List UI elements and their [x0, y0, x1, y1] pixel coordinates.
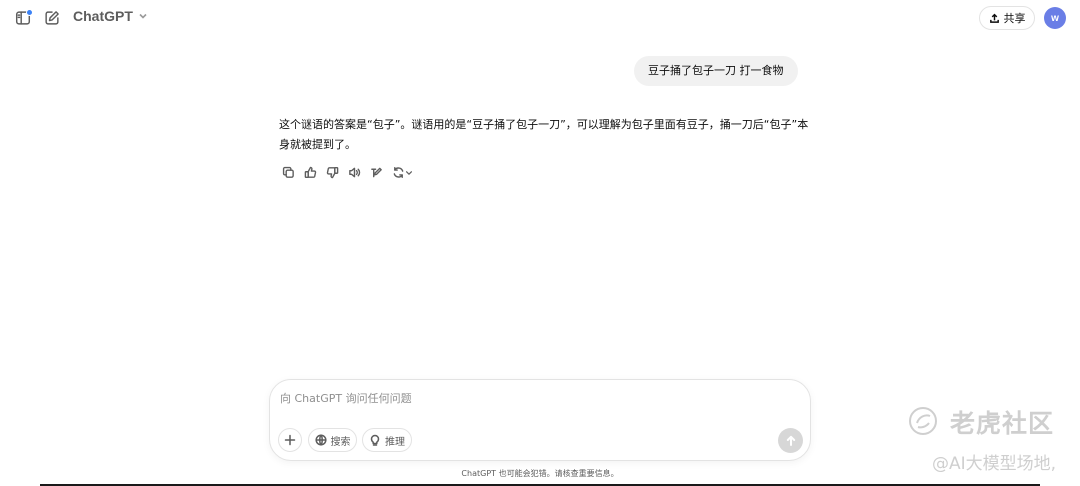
read-aloud-icon — [349, 167, 361, 178]
assistant-message: 这个谜语的答案是“包子”。谜语用的是“豆子捅了包子一刀”，可以理解为包子里面有豆… — [279, 118, 809, 151]
new-chat-button[interactable] — [41, 7, 63, 29]
sidebar-toggle-button[interactable] — [12, 7, 34, 29]
prompt-input[interactable] — [280, 388, 780, 408]
notification-dot — [26, 9, 33, 16]
reason-label: 推理 — [385, 436, 405, 448]
thumbs-up-button[interactable] — [302, 164, 319, 181]
thumbs-down-icon — [326, 166, 339, 179]
new-chat-icon — [45, 11, 59, 25]
reason-button[interactable]: 推理 — [362, 428, 412, 452]
search-button[interactable]: 搜索 — [308, 428, 357, 452]
chevron-down-icon — [405, 170, 412, 175]
copy-icon — [282, 166, 294, 178]
lightbulb-icon — [370, 434, 380, 446]
message-actions — [280, 164, 414, 181]
send-button[interactable] — [778, 428, 803, 453]
edit-canvas-button[interactable] — [368, 164, 385, 181]
arrow-up-icon — [786, 435, 795, 446]
read-aloud-button[interactable] — [346, 164, 363, 181]
search-label: 搜索 — [330, 436, 351, 448]
thumbs-up-icon — [304, 166, 317, 179]
watermark-brand: 老虎社区 — [950, 409, 1055, 438]
watermark-logo — [907, 405, 939, 437]
composer: 搜索 推理 — [269, 379, 811, 461]
model-name: ChatGPT — [73, 8, 133, 24]
user-message: 豆子捅了包子一刀 打一食物 — [634, 56, 798, 86]
thumbs-down-button[interactable] — [324, 164, 341, 181]
watermark-sub: @AI大模型场地, — [932, 454, 1057, 474]
edit-canvas-icon — [371, 167, 382, 178]
avatar[interactable]: w — [1044, 7, 1066, 29]
copy-button[interactable] — [280, 164, 297, 181]
watermark-logo-icon — [909, 407, 937, 435]
top-bar: ChatGPT 共享 w — [0, 0, 1080, 36]
attach-button[interactable] — [278, 428, 302, 452]
disclaimer: ChatGPT 也可能会犯错。请核查重要信息。 — [461, 469, 619, 478]
upload-icon — [989, 13, 999, 23]
share-button[interactable]: 共享 — [979, 6, 1035, 30]
regenerate-icon — [393, 166, 403, 179]
chevron-down-icon — [139, 13, 147, 19]
share-label: 共享 — [1003, 12, 1026, 25]
globe-icon — [314, 434, 327, 446]
regenerate-button[interactable] — [390, 164, 414, 181]
model-selector[interactable]: ChatGPT — [73, 8, 148, 24]
plus-icon — [284, 434, 296, 446]
